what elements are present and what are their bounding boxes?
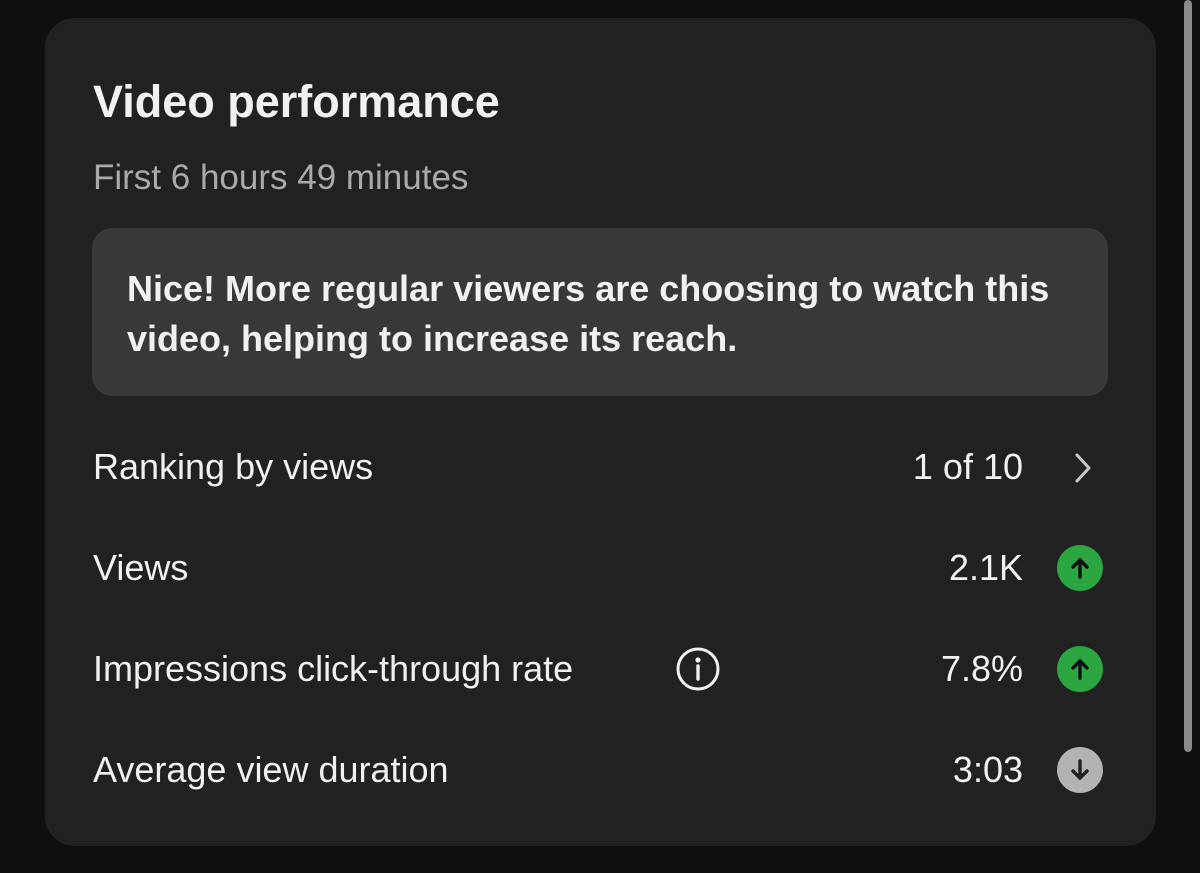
metric-label: Ranking by views <box>93 446 374 487</box>
arrow-up-icon <box>1057 545 1103 591</box>
metric-label: Impressions click-through rate <box>93 648 574 689</box>
metric-row-ranking[interactable]: Ranking by views 1 of 10 <box>93 438 1108 498</box>
metric-label: Average view duration <box>93 749 449 790</box>
card-subtitle: First 6 hours 49 minutes <box>93 158 469 197</box>
metric-row-views: Views 2.1K <box>93 539 1108 599</box>
metric-value: 7.8% <box>940 648 1023 689</box>
info-icon[interactable] <box>675 646 721 692</box>
metric-row-avg-view-duration: Average view duration 3:03 <box>93 741 1108 801</box>
insight-text: Nice! More regular viewers are choosing … <box>127 268 1050 359</box>
chevron-right-icon[interactable] <box>1068 450 1098 486</box>
arrow-down-icon <box>1057 747 1103 793</box>
video-performance-card: Video performance First 6 hours 49 minut… <box>45 18 1156 846</box>
arrow-up-icon <box>1057 646 1103 692</box>
insight-box: Nice! More regular viewers are choosing … <box>92 228 1108 396</box>
metric-value: 1 of 10 <box>912 446 1023 487</box>
metric-value: 3:03 <box>952 749 1023 790</box>
metric-row-ctr: Impressions click-through rate 7.8% <box>93 640 1108 700</box>
metric-label: Views <box>93 547 189 588</box>
card-title: Video performance <box>93 76 500 127</box>
metric-value: 2.1K <box>948 547 1023 588</box>
page-scrollbar[interactable] <box>1184 0 1192 752</box>
